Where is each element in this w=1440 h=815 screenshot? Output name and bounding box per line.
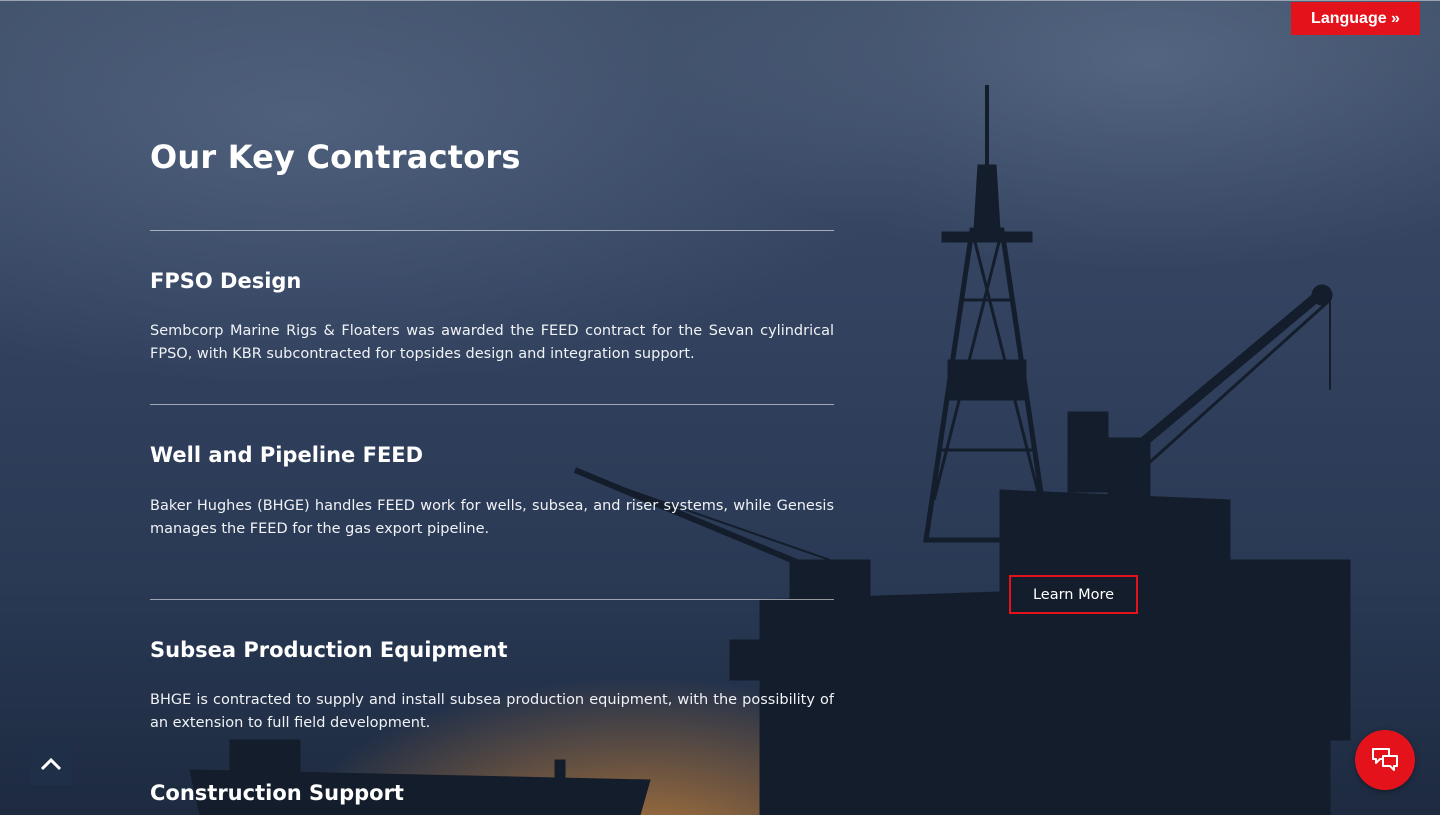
- divider: [150, 230, 834, 231]
- learn-more-button[interactable]: Learn More: [1009, 575, 1138, 614]
- section-title-subsea-production: Subsea Production Equipment: [150, 638, 508, 662]
- section-title-fpso-design: FPSO Design: [150, 269, 302, 293]
- section-text-fpso-design: Sembcorp Marine Rigs & Floaters was awar…: [150, 323, 834, 362]
- divider: [150, 599, 834, 600]
- language-button[interactable]: Language »: [1291, 2, 1420, 35]
- divider: [150, 404, 834, 405]
- page-title: Our Key Contractors: [150, 138, 521, 176]
- section-text-well-pipeline-feed: Baker Hughes (BHGE) handles FEED work fo…: [150, 498, 834, 537]
- scroll-to-top-button[interactable]: [30, 743, 72, 785]
- section-title-construction-support: Construction Support: [150, 781, 404, 805]
- top-border: [0, 0, 1440, 1]
- chevron-up-icon: [40, 757, 62, 771]
- chat-bubbles-icon: [1372, 748, 1398, 771]
- section-title-well-pipeline-feed: Well and Pipeline FEED: [150, 443, 424, 467]
- section-text-subsea-production: BHGE is contracted to supply and install…: [150, 692, 834, 731]
- chat-button[interactable]: [1355, 730, 1415, 790]
